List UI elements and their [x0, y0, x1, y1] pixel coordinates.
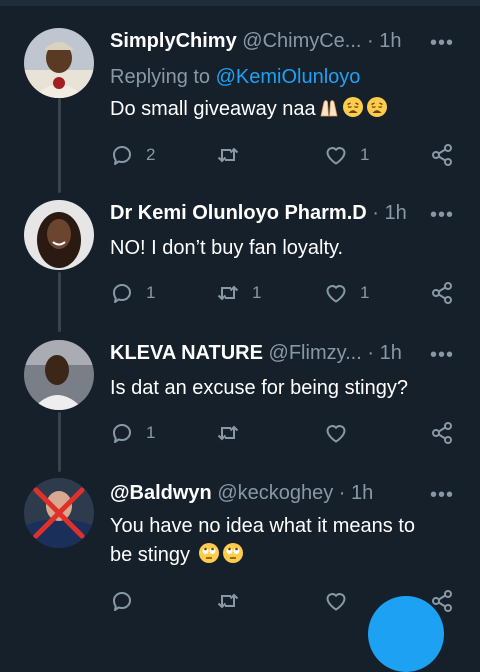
share-icon	[430, 143, 454, 167]
reply-icon	[110, 421, 134, 445]
timestamp[interactable]: 1h	[351, 482, 373, 504]
like-button[interactable]: 1	[324, 142, 369, 168]
heart-icon	[324, 281, 348, 305]
separator: ·	[372, 202, 379, 224]
like-button[interactable]	[324, 420, 360, 446]
tweet[interactable]: SimplyChimy @ChimyCe... · 1h ••• Replyin…	[0, 0, 480, 190]
separator: ·	[367, 342, 375, 364]
tweet[interactable]: @Baldwyn @keckoghey · 1h ••• You have no…	[0, 470, 480, 611]
retweet-button[interactable]	[216, 588, 240, 614]
reply-icon	[110, 589, 134, 613]
retweet-button[interactable]: 1	[216, 280, 261, 306]
reply-button[interactable]	[110, 588, 134, 614]
more-icon[interactable]: •••	[430, 345, 454, 365]
reply-icon	[110, 143, 134, 167]
folded-hands-emoji	[318, 96, 340, 118]
heart-icon	[324, 589, 348, 613]
weary-face-emoji	[342, 96, 364, 118]
share-icon	[430, 421, 454, 445]
tweet[interactable]: Dr Kemi Olunloyo Pharm.D · 1h ••• NO! I …	[0, 190, 480, 330]
retweet-count: 1	[252, 283, 262, 302]
retweet-button[interactable]	[216, 420, 252, 446]
tweet-text-line: You have no idea what it means to	[110, 515, 416, 537]
reply-button[interactable]: 1	[110, 420, 155, 446]
display-name[interactable]: KLEVA NATURE	[110, 342, 263, 364]
mention-link[interactable]: @KemiOlunloyo	[216, 66, 361, 88]
tweet-header: KLEVA NATURE @Flimzy... · 1h	[110, 342, 402, 368]
like-count: 1	[360, 145, 370, 164]
timestamp[interactable]: 1h	[385, 202, 407, 224]
tweet-text: Do small giveaway naa	[110, 95, 450, 124]
display-name[interactable]: @Baldwyn	[110, 482, 212, 504]
timestamp[interactable]: 1h	[379, 30, 401, 52]
separator: ·	[338, 482, 346, 504]
reply-count: 2	[146, 145, 156, 164]
like-count: 1	[360, 283, 370, 302]
tweet-actions: 1 1 1	[110, 280, 460, 306]
avatar[interactable]	[24, 200, 94, 270]
reply-button[interactable]: 1	[110, 280, 155, 306]
compose-button[interactable]	[368, 596, 444, 672]
share-button[interactable]	[430, 280, 454, 306]
user-handle[interactable]: @keckoghey	[217, 482, 333, 504]
retweet-icon	[216, 421, 240, 445]
weary-face-emoji	[366, 96, 388, 118]
more-icon[interactable]: •••	[430, 485, 454, 505]
retweet-icon	[216, 589, 240, 613]
more-icon[interactable]: •••	[430, 33, 454, 53]
tweet-actions: 2 1	[110, 142, 460, 168]
tweet-header: @Baldwyn @keckoghey · 1h	[110, 482, 373, 508]
heart-icon	[324, 143, 348, 167]
face-with-rolling-eyes-emoji	[198, 542, 220, 564]
tweet[interactable]: KLEVA NATURE @Flimzy... · 1h ••• Is dat …	[0, 330, 480, 470]
heart-icon	[324, 421, 348, 445]
tweet-header: SimplyChimy @ChimyCe... · 1h	[110, 30, 402, 56]
share-button[interactable]	[430, 142, 454, 168]
tweet-text: You have no idea what it means to be sti…	[110, 512, 450, 570]
tweet-text-content: Do small giveaway naa	[110, 98, 316, 120]
like-button[interactable]: 1	[324, 280, 369, 306]
share-icon	[430, 281, 454, 305]
tweet-text: Is dat an excuse for being stingy?	[110, 377, 408, 399]
replying-label: Replying to	[110, 66, 211, 88]
reply-button[interactable]: 2	[110, 142, 155, 168]
replying-to: Replying to @KemiOlunloyo	[110, 66, 360, 89]
tweet-text: NO! I don’t buy fan loyalty.	[110, 237, 344, 259]
tweet-header: Dr Kemi Olunloyo Pharm.D · 1h	[110, 202, 407, 228]
display-name[interactable]: SimplyChimy	[110, 30, 237, 52]
retweet-icon	[216, 143, 240, 167]
user-handle[interactable]: @Flimzy...	[269, 342, 362, 364]
retweet-button[interactable]	[216, 142, 252, 168]
face-with-rolling-eyes-emoji	[222, 542, 244, 564]
tweet-text-line: be stingy	[110, 544, 191, 566]
share-button[interactable]	[430, 420, 454, 446]
retweet-icon	[216, 281, 240, 305]
more-icon[interactable]: •••	[430, 205, 454, 225]
reply-icon	[110, 281, 134, 305]
tweet-actions: 1	[110, 420, 460, 446]
display-name[interactable]: Dr Kemi Olunloyo Pharm.D	[110, 202, 367, 224]
timestamp[interactable]: 1h	[380, 342, 402, 364]
avatar[interactable]	[24, 28, 94, 98]
reply-count: 1	[146, 283, 156, 302]
like-button[interactable]	[324, 588, 348, 614]
avatar[interactable]	[24, 340, 94, 410]
separator: ·	[367, 30, 374, 52]
avatar[interactable]	[24, 478, 94, 548]
user-handle[interactable]: @ChimyCe...	[242, 30, 361, 52]
reply-count: 1	[146, 423, 156, 442]
